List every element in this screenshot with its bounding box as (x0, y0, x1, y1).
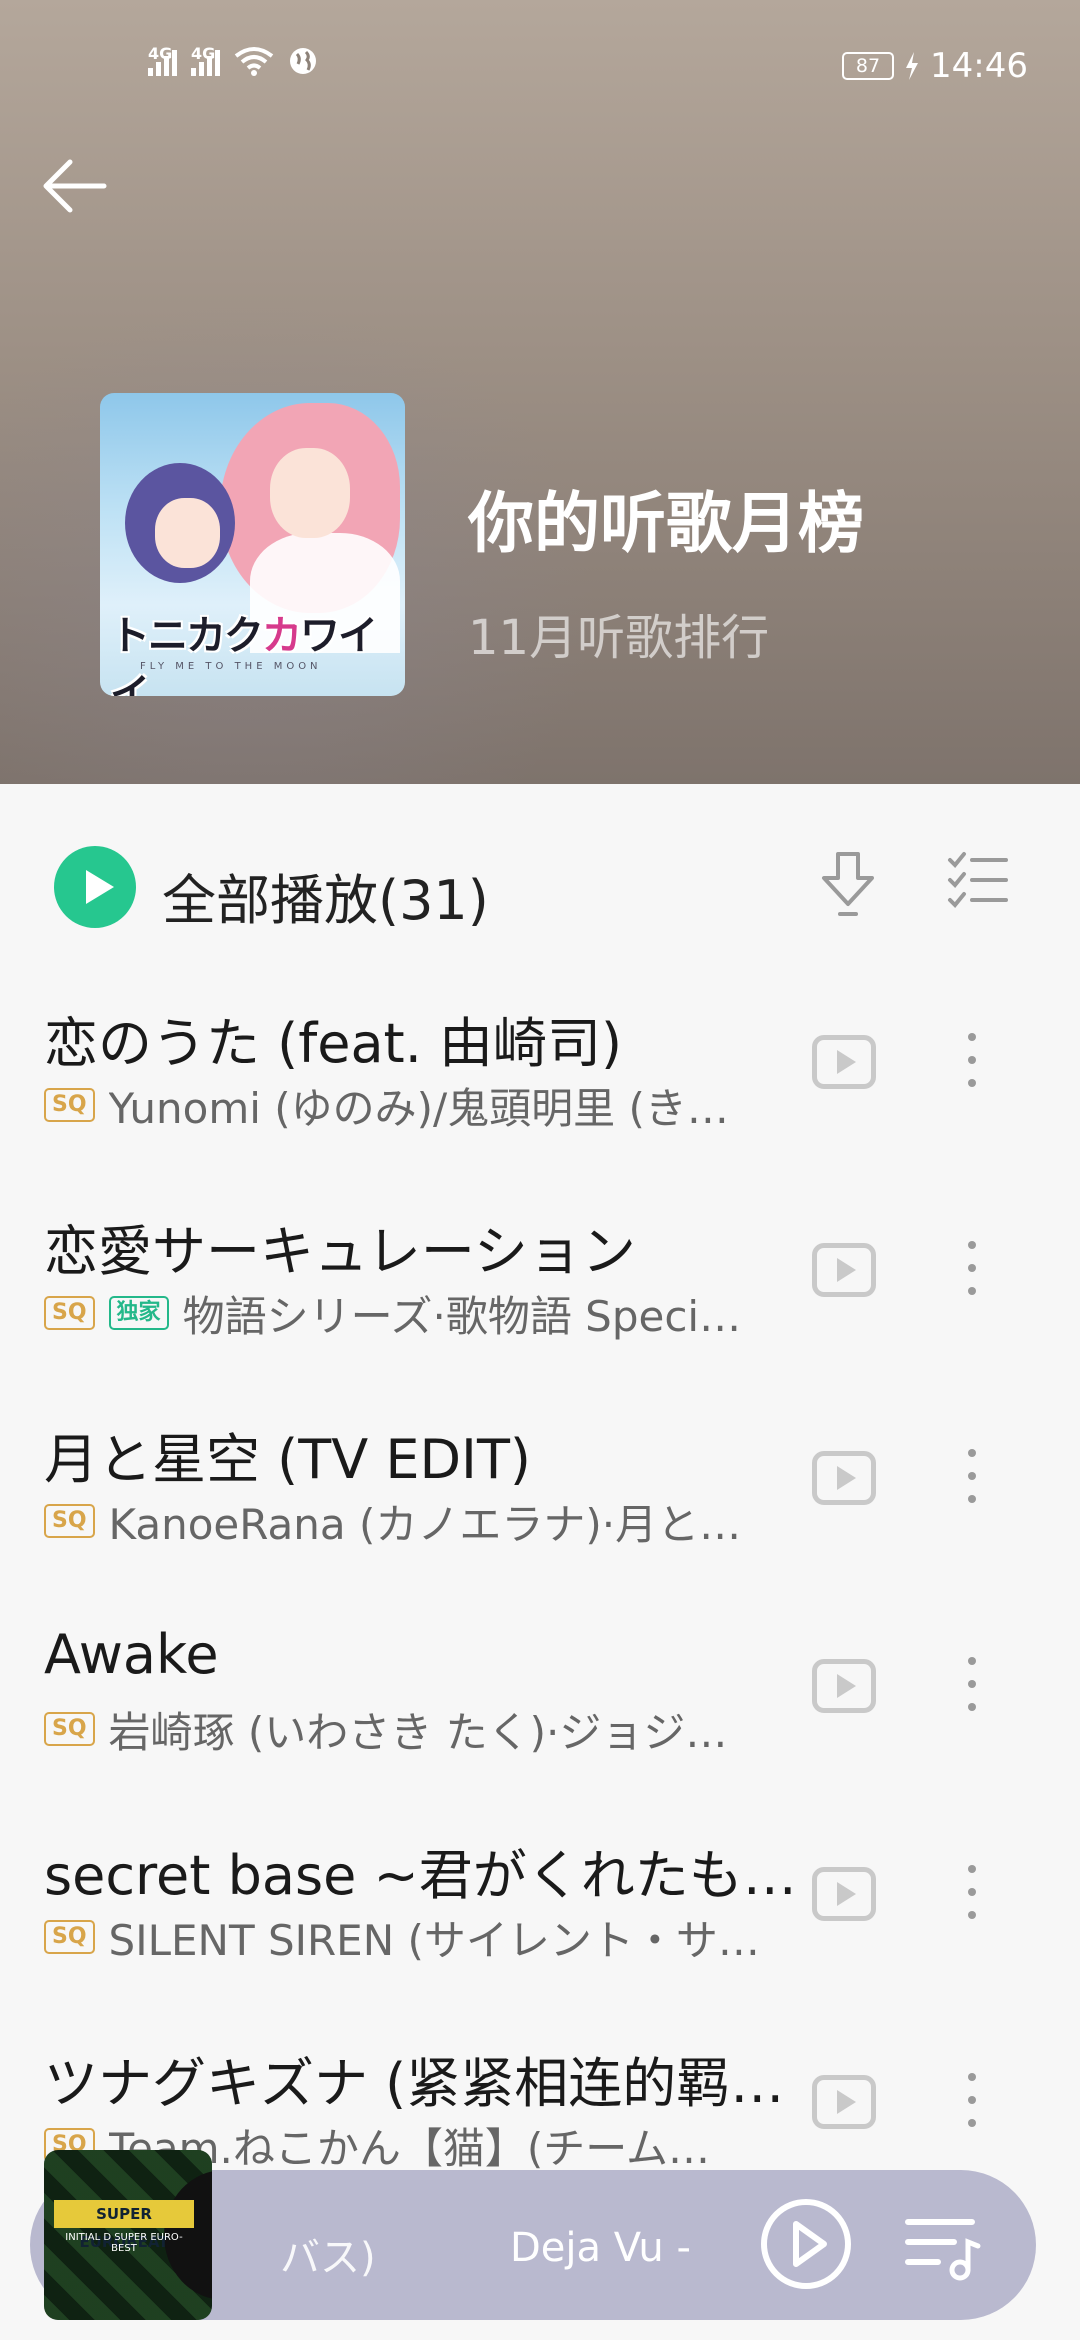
video-play-icon[interactable] (812, 1659, 876, 1713)
status-bar: 4G 4G 87 14:46 (0, 40, 1080, 90)
cover-logo: トニカクカワイイ (110, 613, 378, 696)
video-play-icon[interactable] (812, 1867, 876, 1921)
signal-icon: 4G (148, 44, 177, 76)
song-list-area: 全部播放(31) 恋のうた (feat. 由崎司) SQ Yunomi (ゆのみ… (0, 784, 1080, 2340)
cover-caption: FLY ME TO THE MOON (140, 661, 322, 672)
page-subtitle: 11月听歌排行 (468, 610, 770, 666)
song-title: secret base ~君がくれたも… (44, 1844, 797, 1907)
song-artist: SILENT SIREN (サイレント・サ… (108, 1915, 760, 1965)
more-vertical-icon[interactable] (960, 2073, 984, 2139)
song-row[interactable]: 恋のうた (feat. 由崎司) SQ Yunomi (ゆのみ)/鬼頭明里 (き… (0, 999, 1080, 1207)
now-playing-art[interactable]: SUPER EUROBEAT INITIAL D SUPER EURO-BEST (44, 2150, 212, 2320)
status-right: 87 14:46 (842, 46, 1028, 86)
video-play-icon[interactable] (812, 1451, 876, 1505)
song-title: ツナグキズナ (紧紧相连的羁绊) (44, 2052, 804, 2115)
more-vertical-icon[interactable] (960, 1449, 984, 1515)
header: 4G 4G 87 14:46 トニカクカワイイ FLY ME TO THE MO… (0, 0, 1080, 784)
exclusive-badge: 独家 (108, 1296, 169, 1330)
song-row[interactable]: 恋愛サーキュレーション SQ 独家 物語シリーズ·歌物語 Speci… (0, 1207, 1080, 1415)
song-meta: SQ Yunomi (ゆのみ)/鬼頭明里 (き… (44, 1077, 804, 1133)
song-artist: Yunomi (ゆのみ)/鬼頭明里 (き… (108, 1083, 729, 1133)
wifi-icon (234, 47, 274, 76)
song-title: Awake (44, 1623, 219, 1686)
song-title: 月と星空 (TV EDIT) (44, 1428, 532, 1491)
sq-badge: SQ (44, 1296, 95, 1330)
song-row[interactable]: secret base ~君がくれたも… SQ SILENT SIREN (サイ… (0, 1831, 1080, 2039)
signal-label: 4G (191, 44, 216, 63)
song-row[interactable]: 月と星空 (TV EDIT) SQ KanoeRana (カノエラナ)·月と… (0, 1415, 1080, 1623)
song-artist: Team.ねこかん【猫】(チーム… (108, 2123, 711, 2173)
video-play-icon[interactable] (812, 2075, 876, 2129)
ticker-next: Deja Vu - (510, 2225, 691, 2271)
video-play-icon[interactable] (812, 1243, 876, 1297)
album-cover: トニカクカワイイ FLY ME TO THE MOON (100, 393, 405, 696)
back-arrow-icon[interactable] (38, 150, 110, 222)
multi-select-icon[interactable] (946, 848, 1010, 912)
art-subtitle: INITIAL D SUPER EURO-BEST (65, 2232, 183, 2254)
ticker-prev: バス) (280, 2235, 376, 2281)
sq-badge: SQ (44, 1712, 95, 1746)
more-vertical-icon[interactable] (960, 1865, 984, 1931)
more-vertical-icon[interactable] (960, 1033, 984, 1099)
video-play-icon[interactable] (812, 1035, 876, 1089)
play-pause-icon[interactable] (758, 2196, 854, 2292)
now-playing-ticker[interactable]: バス) Deja Vu - (240, 2225, 700, 2285)
battery-icon: 87 (842, 52, 895, 80)
playlist-icon[interactable] (902, 2212, 982, 2282)
art-title: SUPER EUROBEAT (54, 2200, 194, 2251)
play-all-label[interactable]: 全部播放(31) (162, 856, 489, 935)
play-all-icon[interactable] (54, 846, 136, 928)
cover-art-figure (155, 498, 220, 568)
song-meta: SQ 独家 物語シリーズ·歌物語 Speci… (44, 1285, 804, 1341)
more-vertical-icon[interactable] (960, 1657, 984, 1723)
song-meta: SQ SILENT SIREN (サイレント・サ… (44, 1909, 804, 1965)
page-title: 你的听歌月榜 (468, 485, 864, 562)
more-vertical-icon[interactable] (960, 1241, 984, 1307)
download-icon[interactable] (818, 848, 878, 918)
sq-badge: SQ (44, 1088, 95, 1122)
song-artist: 岩崎琢 (いわさき たく)·ジョジ… (108, 1707, 728, 1757)
signal-icon: 4G (191, 44, 220, 76)
song-meta: SQ 岩崎琢 (いわさき たく)·ジョジ… (44, 1701, 804, 1757)
signal-label: 4G (148, 44, 173, 63)
globe-icon (290, 48, 316, 74)
status-time: 14:46 (930, 46, 1028, 86)
song-artist: 物語シリーズ·歌物語 Speci… (182, 1291, 742, 1341)
charging-icon (906, 52, 919, 80)
cover-art-figure (270, 448, 350, 538)
song-artist: KanoeRana (カノエラナ)·月と… (108, 1499, 742, 1549)
sq-badge: SQ (44, 1920, 95, 1954)
song-title: 恋愛サーキュレーション (44, 1220, 636, 1283)
song-meta: SQ KanoeRana (カノエラナ)·月と… (44, 1493, 804, 1549)
status-left: 4G 4G (148, 44, 318, 76)
song-title: 恋のうた (feat. 由崎司) (44, 1012, 623, 1075)
sq-badge: SQ (44, 1504, 95, 1538)
song-row[interactable]: Awake SQ 岩崎琢 (いわさき たく)·ジョジ… (0, 1623, 1080, 1831)
play-all-row[interactable]: 全部播放(31) (0, 784, 1080, 989)
